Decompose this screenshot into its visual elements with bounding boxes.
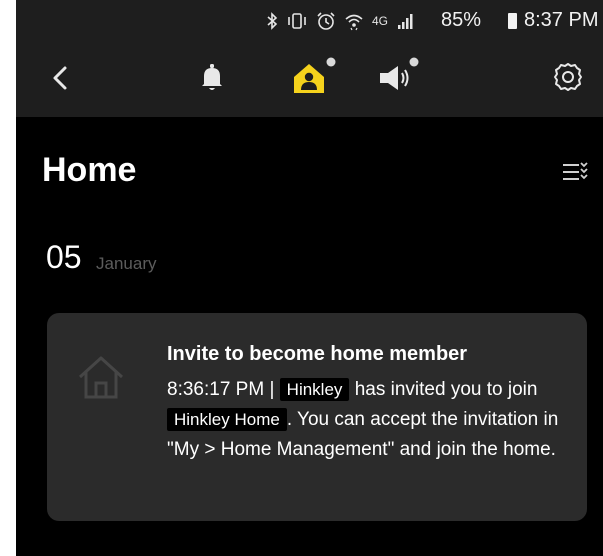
- page-title: Home: [42, 151, 137, 189]
- wifi-icon: [345, 14, 363, 31]
- toolbar: [16, 40, 603, 117]
- notification-text: has invited you to join: [349, 379, 538, 400]
- alarm-icon: [317, 12, 335, 30]
- home-messages-button[interactable]: [288, 55, 336, 99]
- notification-body: 8:36:17 PM | Hinkley has invited you to …: [167, 375, 567, 465]
- status-icons: 4G: [266, 8, 416, 34]
- vibrate-icon: [288, 13, 306, 29]
- home-name: Hinkley Home: [167, 408, 287, 431]
- bluetooth-icon: [267, 12, 278, 30]
- date-day: 05: [46, 239, 82, 275]
- unread-badge: [326, 57, 336, 67]
- signal-icon: [398, 14, 413, 29]
- speaker-icon: [380, 57, 419, 90]
- status-bar: 4G 85% 8:37 PM: [16, 0, 603, 40]
- home-outline-icon: [76, 353, 126, 401]
- date-month: January: [96, 254, 157, 273]
- back-arrow-icon: [53, 66, 67, 90]
- back-button[interactable]: [46, 60, 76, 96]
- battery-icon: [508, 13, 517, 29]
- unread-badge: [409, 57, 419, 67]
- list-filter-button[interactable]: [562, 161, 588, 185]
- network-type-label: 4G: [372, 14, 389, 28]
- notification-card[interactable]: Invite to become home member 8:36:17 PM …: [47, 313, 587, 521]
- home-person-icon: [294, 57, 336, 93]
- bell-icon: [202, 64, 222, 90]
- app-screen: 4G 85% 8:37 PM Home 05 January Invite to…: [16, 0, 603, 556]
- notifications-button[interactable]: [197, 60, 227, 96]
- battery-percent: 85%: [441, 9, 482, 31]
- status-time: 8:37 PM: [524, 9, 599, 31]
- settings-gear-icon: [554, 63, 582, 91]
- settings-button[interactable]: [552, 61, 584, 93]
- announcements-button[interactable]: [374, 55, 422, 99]
- notification-title: Invite to become home member: [167, 343, 468, 365]
- list-filter-icon: [563, 162, 588, 180]
- inviter-name: Hinkley: [279, 378, 350, 401]
- notification-time: 8:36:17 PM |: [167, 379, 280, 400]
